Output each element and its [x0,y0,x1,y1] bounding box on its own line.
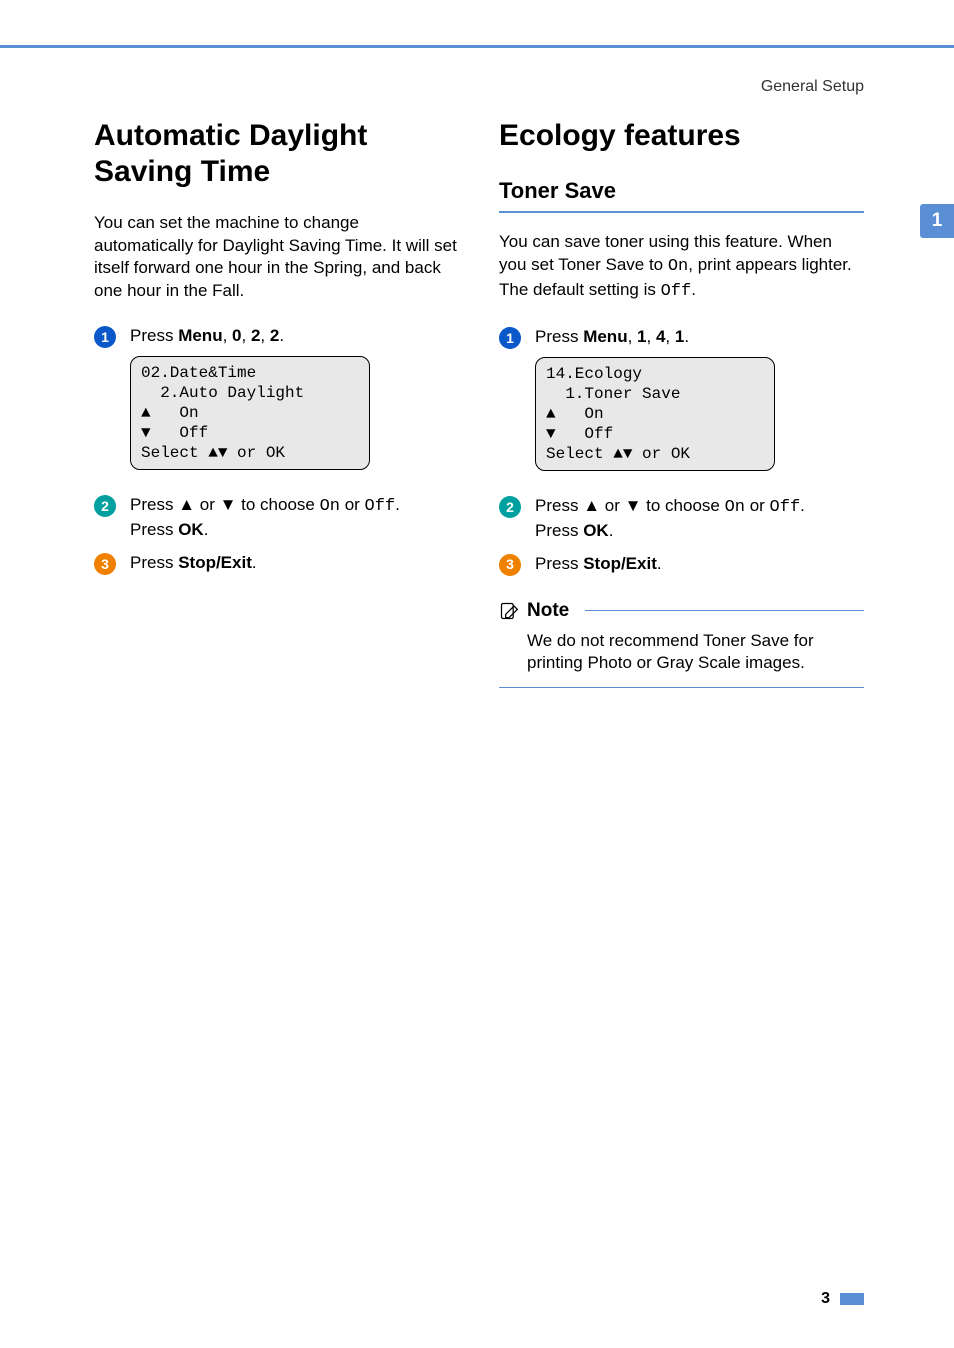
step-badge-2-icon: 2 [499,496,521,518]
right-column: Ecology features Toner Save You can save… [499,118,864,689]
step-1-right: 1 Press Menu, 1, 4, 1. 14.Ecology 1.Tone… [499,326,864,485]
up-arrow-icon: ▲ [178,495,195,514]
step-badge-3-icon: 3 [499,554,521,576]
step-1-left-text: Press Menu, 0, 2, 2. [130,325,459,348]
down-arrow-icon: ▼ [625,496,642,515]
down-arrow-icon: ▼ [220,495,237,514]
intro-daylight: You can set the machine to change automa… [94,212,459,304]
note-body: We do not recommend Toner Save for print… [499,630,864,689]
note-icon [499,601,519,621]
step-3-left: 3 Press Stop/Exit. [94,552,459,575]
step-badge-3-icon: 3 [94,553,116,575]
note-divider [585,610,864,611]
step-2-right-text: Press ▲ or ▼ to choose On or Off. Press … [535,495,864,543]
step-2-left: 2 Press ▲ or ▼ to choose On or Off. Pres… [94,494,459,542]
page-content: Automatic Daylight Saving Time You can s… [0,98,954,689]
step-3-right-text: Press Stop/Exit. [535,553,864,576]
step-3-right: 3 Press Stop/Exit. [499,553,864,576]
heading-ecology: Ecology features [499,118,864,154]
up-arrow-icon: ▲ [583,496,600,515]
lcd-display-right: 14.Ecology 1.Toner Save ▲ On ▼ Off Selec… [535,357,775,471]
chapter-tab: 1 [920,204,954,238]
lcd-display-left: 02.Date&Time 2.Auto Daylight ▲ On ▼ Off … [130,356,370,470]
top-border [0,0,954,48]
step-3-left-text: Press Stop/Exit. [130,552,459,575]
step-badge-2-icon: 2 [94,495,116,517]
note-title: Note [527,598,569,624]
page-accent-icon [840,1293,864,1305]
page-header: General Setup [0,48,954,98]
page-number: 3 [821,1288,864,1310]
subheading-toner-save: Toner Save [499,176,864,214]
heading-daylight: Automatic Daylight Saving Time [94,118,459,190]
step-2-left-text: Press ▲ or ▼ to choose On or Off. Press … [130,494,459,542]
note-block: Note We do not recommend Toner Save for … [499,598,864,689]
step-1-left: 1 Press Menu, 0, 2, 2. 02.Date&Time 2.Au… [94,325,459,484]
step-2-right: 2 Press ▲ or ▼ to choose On or Off. Pres… [499,495,864,543]
left-column: Automatic Daylight Saving Time You can s… [94,118,459,689]
step-badge-1-icon: 1 [499,327,521,349]
step-1-right-text: Press Menu, 1, 4, 1. [535,326,864,349]
step-badge-1-icon: 1 [94,326,116,348]
intro-toner-save: You can save toner using this feature. W… [499,231,864,304]
